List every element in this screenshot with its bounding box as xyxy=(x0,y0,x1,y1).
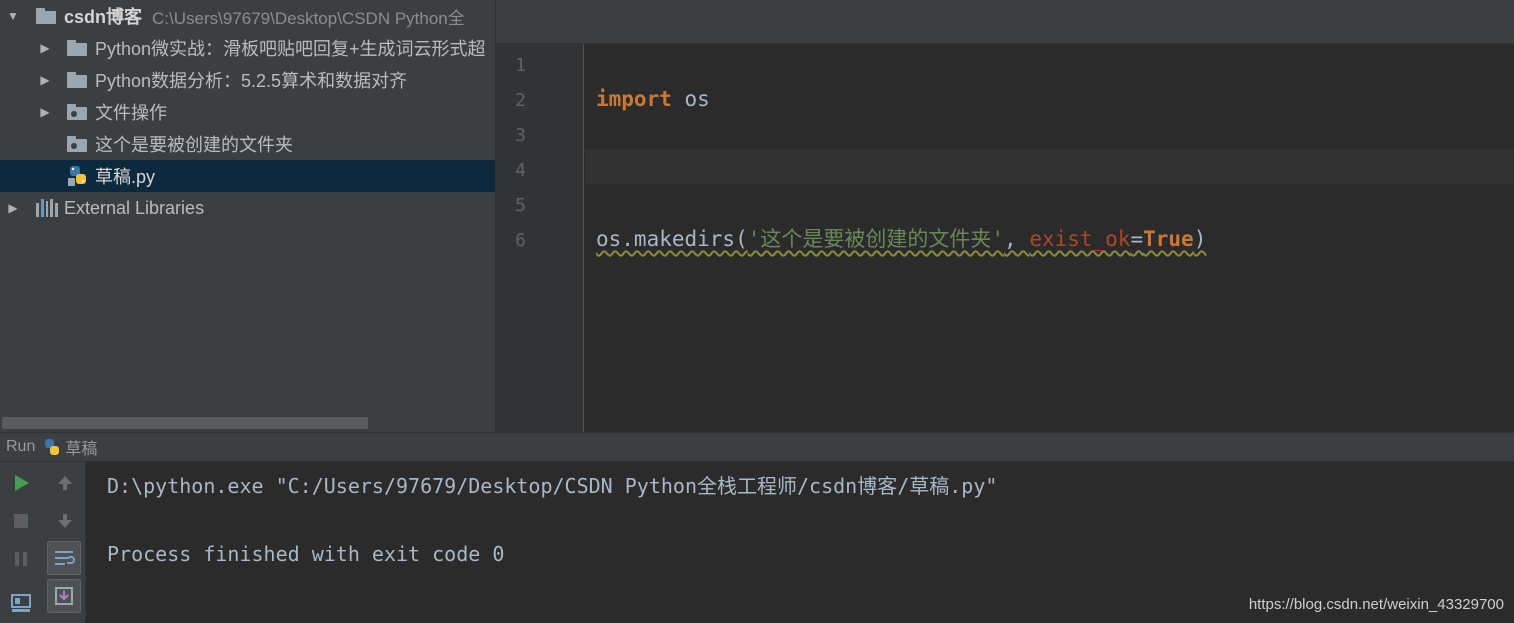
tree-item-python-data-analysis[interactable]: ▶ Python数据分析：5.2.5算术和数据对齐 xyxy=(0,64,495,96)
arrow-up-icon xyxy=(58,476,72,490)
code-line-makedirs[interactable]: os.makedirs('这个是要被创建的文件夹', exist_ok=True… xyxy=(596,222,1206,257)
libraries-icon xyxy=(36,199,58,217)
console-exit-message: Process finished with exit code 0 xyxy=(107,542,505,566)
expand-down-icon[interactable]: ▼ xyxy=(6,0,20,32)
tree-item-label: 文件操作 xyxy=(95,103,167,123)
folder-icon xyxy=(67,40,87,56)
line-number: 4 xyxy=(515,160,526,181)
expand-right-icon[interactable]: ▶ xyxy=(38,96,52,128)
tree-item-label: Python微实战：滑板吧贴吧回复+生成词云形式超 xyxy=(95,39,486,59)
project-root-name: csdn博客 xyxy=(64,7,143,27)
run-config-name[interactable]: 草稿 xyxy=(65,435,97,459)
run-toolbar xyxy=(0,462,86,623)
line-number: 1 xyxy=(515,55,526,76)
restore-layout-button[interactable] xyxy=(4,586,38,620)
stop-icon xyxy=(14,514,28,528)
true-literal: True xyxy=(1143,227,1194,251)
layout-icon xyxy=(11,594,31,612)
run-label[interactable]: Run xyxy=(6,438,35,456)
line-number: 2 xyxy=(515,90,526,111)
horizontal-scrollbar[interactable] xyxy=(2,417,368,429)
tree-item-external-libraries[interactable]: ▶ External Libraries xyxy=(0,192,495,224)
function-call: os.makedirs( xyxy=(596,227,748,251)
tree-item-python-microproject[interactable]: ▶ Python微实战：滑板吧贴吧回复+生成词云形式超 xyxy=(0,32,495,64)
down-button[interactable] xyxy=(48,504,82,538)
line-number: 6 xyxy=(515,230,526,251)
pause-icon xyxy=(15,552,27,566)
scroll-to-end-button[interactable] xyxy=(47,579,81,613)
line-number: 3 xyxy=(515,125,526,146)
tree-item-label: Python数据分析：5.2.5算术和数据对齐 xyxy=(95,71,408,91)
pause-button[interactable] xyxy=(4,542,38,576)
tree-root-csdn[interactable]: ▼ csdn博客 C:\Users\97679\Desktop\CSDN Pyt… xyxy=(0,0,495,32)
folder-icon xyxy=(67,72,87,88)
project-tool-window: ▼ csdn博客 C:\Users\97679\Desktop\CSDN Pyt… xyxy=(0,0,495,432)
equals-sign: = xyxy=(1130,227,1144,251)
stop-button[interactable] xyxy=(4,504,38,538)
python-file-icon xyxy=(43,438,61,456)
code-editor[interactable]: 1 2 3 4 5 6 import os os.makedirs('这个是要被… xyxy=(496,44,1514,432)
close-paren: ) xyxy=(1193,227,1207,251)
string-literal: '这个是要被创建的文件夹' xyxy=(747,227,1005,251)
tree-item-label: 这个是要被创建的文件夹 xyxy=(95,135,293,155)
keyword-import: import xyxy=(596,87,672,111)
external-libraries-label: External Libraries xyxy=(64,197,205,218)
up-button[interactable] xyxy=(48,466,82,500)
folder-icon xyxy=(67,104,87,120)
module-name: os xyxy=(671,87,710,111)
watermark-url: https://blog.csdn.net/weixin_43329700 xyxy=(1248,596,1504,613)
comma: , xyxy=(1004,227,1030,251)
project-root-path: C:\Users\97679\Desktop\CSDN Python全 xyxy=(152,8,465,28)
run-tool-window-header: Run 草稿 xyxy=(0,432,1514,462)
line-number-gutter: 1 2 3 4 5 6 xyxy=(496,44,584,432)
soft-wrap-button[interactable] xyxy=(47,541,81,575)
current-line-highlight xyxy=(585,149,1514,184)
line-number: 5 xyxy=(515,195,526,216)
soft-wrap-icon xyxy=(55,551,75,565)
arrow-down-icon xyxy=(58,514,72,528)
rerun-button[interactable] xyxy=(4,466,38,500)
tree-item-created-folder[interactable]: 这个是要被创建的文件夹 xyxy=(0,128,495,160)
expand-right-icon[interactable]: ▶ xyxy=(38,32,52,64)
tree-item-label: 草稿.py xyxy=(95,167,156,187)
tree-item-draft-py[interactable]: 草稿.py xyxy=(0,160,495,192)
expand-right-icon[interactable]: ▶ xyxy=(38,64,52,96)
expand-right-icon[interactable]: ▶ xyxy=(6,192,20,224)
python-file-icon xyxy=(67,165,89,187)
folder-icon xyxy=(36,8,56,24)
tree-item-file-ops[interactable]: ▶ 文件操作 xyxy=(0,96,495,128)
keyword-argument: exist_ok xyxy=(1029,227,1131,251)
folder-icon xyxy=(67,136,87,152)
play-icon xyxy=(15,475,29,491)
code-line-import[interactable]: import os xyxy=(596,82,710,117)
editor-tab-bar xyxy=(496,0,1514,44)
scroll-to-end-icon xyxy=(55,587,73,605)
console-command-line: D:\python.exe "C:/Users/97679/Desktop/CS… xyxy=(107,474,998,498)
